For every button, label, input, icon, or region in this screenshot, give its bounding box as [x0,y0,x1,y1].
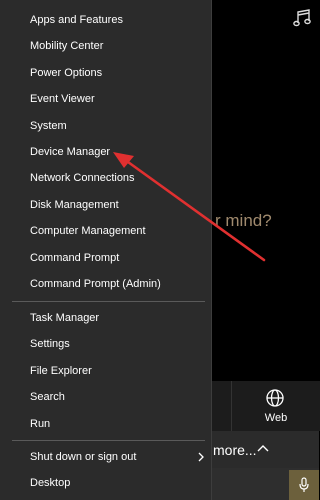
menu-item-network-connections[interactable]: Network Connections [0,165,211,191]
cortana-prompt-text: r mind? [215,211,272,230]
web-label: Web [264,412,288,424]
menu-item-run[interactable]: Run [0,411,211,437]
chevron-right-icon [198,452,204,462]
microphone-button[interactable] [289,470,319,500]
more-label: more... [213,442,257,458]
menu-item-settings[interactable]: Settings [0,331,211,357]
globe-icon [266,389,284,407]
power-user-menu: Apps and Features Mobility Center Power Op… [0,0,212,500]
menu-item-computer-management[interactable]: Computer Management [0,218,211,244]
menu-item-device-manager[interactable]: Device Manager [0,139,211,165]
menu-item-power-options[interactable]: Power Options [0,60,211,86]
menu-item-command-prompt-admin[interactable]: Command Prompt (Admin) [0,271,211,297]
web-search-tile[interactable]: Web [231,381,320,431]
music-note-icon[interactable] [293,8,311,28]
more-button[interactable]: more... [207,431,319,468]
menu-item-shut-down-or-sign-out[interactable]: Shut down or sign out [0,444,211,470]
menu-item-desktop[interactable]: Desktop [0,470,211,496]
menu-separator [12,301,205,302]
chevron-up-icon [257,445,269,452]
menu-item-disk-management[interactable]: Disk Management [0,192,211,218]
menu-item-command-prompt[interactable]: Command Prompt [0,245,211,271]
menu-item-task-manager[interactable]: Task Manager [0,305,211,331]
menu-item-file-explorer[interactable]: File Explorer [0,358,211,384]
microphone-icon [299,477,309,492]
menu-item-mobility-center[interactable]: Mobility Center [0,33,211,59]
menu-item-system[interactable]: System [0,113,211,139]
menu-separator [12,440,205,441]
menu-item-event-viewer[interactable]: Event Viewer [0,86,211,112]
menu-item-apps-and-features[interactable]: Apps and Features [0,7,211,33]
menu-item-search[interactable]: Search [0,384,211,410]
